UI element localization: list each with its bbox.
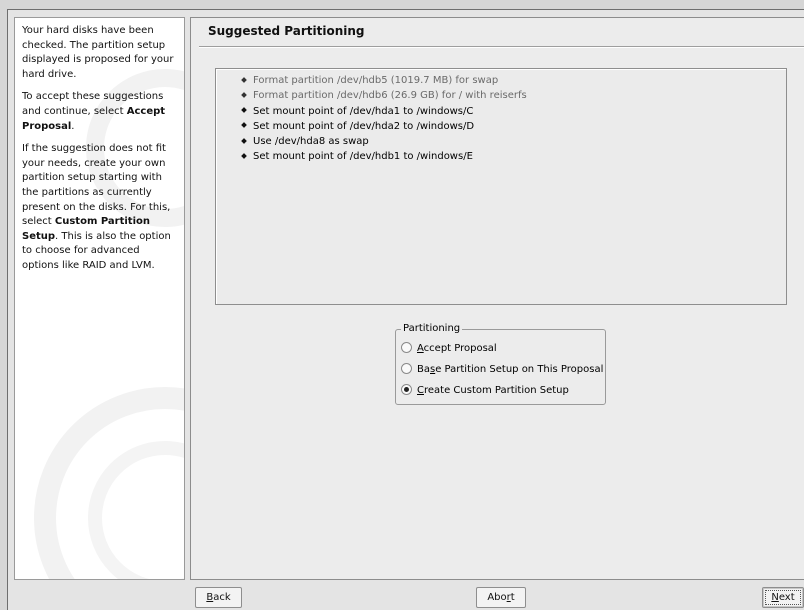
bullet-icon: [241, 91, 247, 98]
proposal-item: Format partition /dev/hdb5 (1019.7 MB) f…: [240, 73, 527, 88]
help-paragraph-2: To accept these suggestions and continue…: [22, 91, 166, 132]
proposal-list-box[interactable]: Format partition /dev/hdb5 (1019.7 MB) f…: [215, 68, 787, 305]
main-panel: Suggested Partitioning Format partition …: [190, 17, 804, 580]
bullet-icon: [241, 137, 247, 144]
radio-icon[interactable]: [401, 362, 412, 374]
help-text: Your hard disks have been checked. The p…: [15, 18, 184, 274]
radio-base-partition-setup[interactable]: Base Partition Setup on This Proposal: [401, 362, 604, 377]
bullet-icon: [241, 107, 247, 113]
radio-accept-proposal[interactable]: Accept Proposal: [401, 341, 497, 356]
title-divider: [199, 46, 804, 48]
bullet-icon: [241, 76, 247, 83]
abort-button[interactable]: Abort: [476, 587, 526, 608]
proposal-item-text: Format partition /dev/hdb5 (1019.7 MB) f…: [253, 75, 499, 86]
partitioning-legend: Partitioning: [401, 323, 463, 334]
proposal-item: Set mount point of /dev/hda1 to /windows…: [240, 104, 527, 119]
radio-icon[interactable]: [401, 341, 412, 353]
partitioning-group: Partitioning Accept Proposal Base Partit…: [395, 323, 606, 405]
proposal-item-text: Use /dev/hda8 as swap: [253, 136, 369, 148]
proposal-item: Set mount point of /dev/hda2 to /windows…: [240, 119, 527, 134]
proposal-item: Use /dev/hda8 as swap: [240, 134, 527, 149]
radio-create-custom-setup[interactable]: Create Custom Partition Setup: [401, 383, 569, 398]
proposal-item-text: Set mount point of /dev/hda1 to /windows…: [253, 105, 474, 117]
proposal-list: Format partition /dev/hdb5 (1019.7 MB) f…: [240, 73, 527, 165]
help-paragraph-1: Your hard disks have been checked. The p…: [22, 25, 174, 80]
next-button[interactable]: Next: [762, 587, 804, 608]
proposal-item-text: Set mount point of /dev/hdb1 to /windows…: [253, 151, 473, 163]
radio-label: Accept Proposal: [417, 343, 497, 354]
back-button[interactable]: Back: [195, 587, 242, 608]
page-title: Suggested Partitioning: [208, 24, 365, 38]
bullet-icon: [241, 153, 247, 159]
help-panel: Your hard disks have been checked. The p…: [14, 17, 185, 580]
radio-selected-icon[interactable]: [401, 383, 412, 395]
radio-label: Create Custom Partition Setup: [417, 385, 569, 396]
radio-label: Base Partition Setup on This Proposal: [417, 364, 604, 375]
proposal-item: Set mount point of /dev/hdb1 to /windows…: [240, 149, 527, 164]
help-paragraph-3: If the suggestion does not fit your need…: [22, 143, 171, 271]
proposal-item-text: Format partition /dev/hdb6 (26.9 GB) for…: [253, 90, 527, 102]
bullet-icon: [241, 122, 247, 129]
proposal-item: Format partition /dev/hdb6 (26.9 GB) for…: [240, 88, 527, 103]
proposal-item-text: Set mount point of /dev/hda2 to /windows…: [253, 120, 475, 132]
